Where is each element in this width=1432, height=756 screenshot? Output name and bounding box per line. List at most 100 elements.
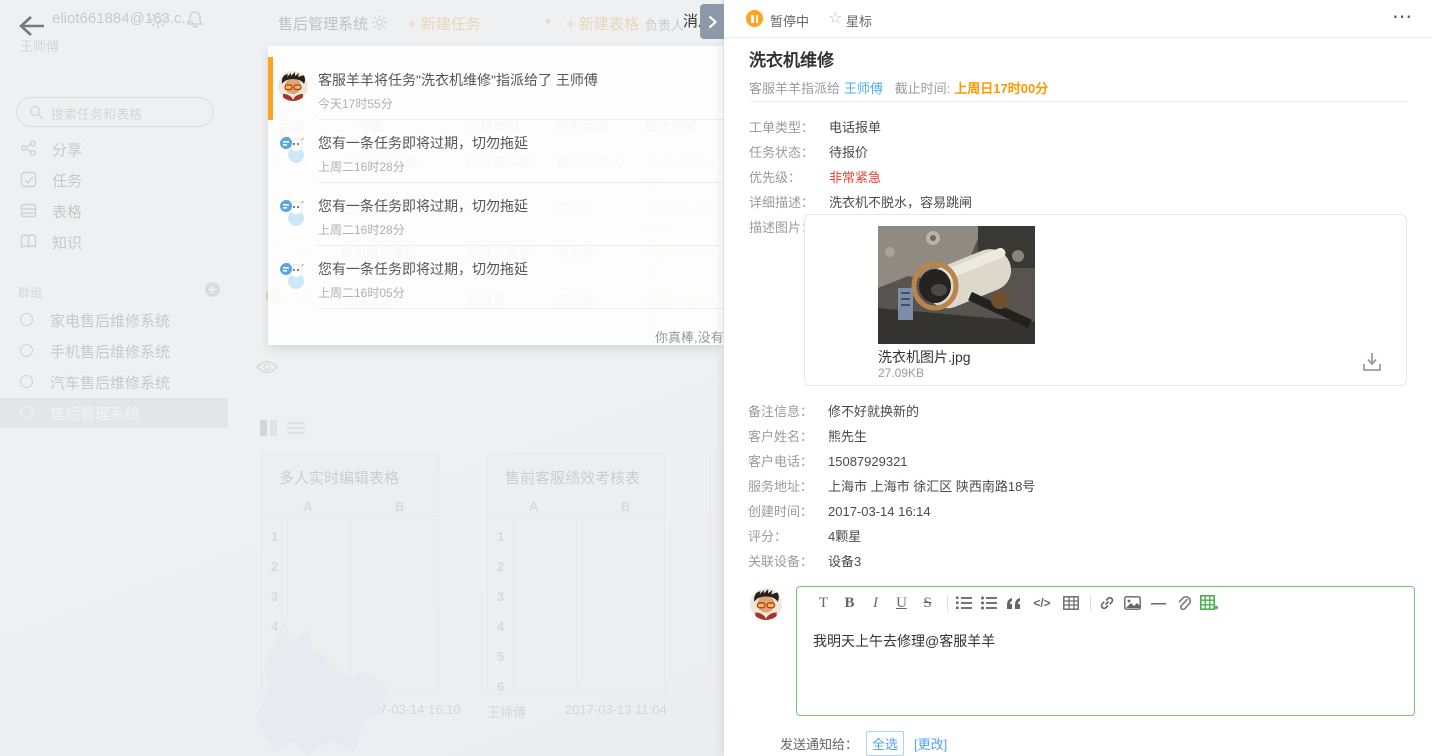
sidebar-item-tasks: 任务: [52, 173, 83, 190]
star-button[interactable]: 星标: [846, 11, 872, 30]
add-group-icon: [205, 282, 220, 297]
star-icon[interactable]: ☆: [828, 8, 842, 28]
attachment-card[interactable]: 洗衣机图片.jpg 27.09KB: [804, 214, 1407, 386]
assistant-avatar: [278, 197, 308, 227]
field-value: 待报价: [829, 145, 869, 160]
field-label: 关联设备：: [748, 554, 814, 569]
bold-icon[interactable]: B: [841, 595, 858, 612]
notify-row: 发送通知给： 全选 [更改]: [780, 731, 947, 756]
project-dot-icon: [20, 313, 33, 326]
project-settings-gear-icon: [372, 15, 387, 30]
owner-filter: 负责人: [645, 18, 685, 33]
notification-item[interactable]: 您有一条任务即将过期，切勿拖延 上周二16时05分: [268, 246, 723, 309]
collapse-panel-button[interactable]: [700, 4, 724, 39]
select-all-button[interactable]: 全选: [866, 731, 905, 756]
avatar: [278, 71, 308, 101]
mini-row: 6: [497, 679, 505, 694]
sidebar-item-sheets: 表格: [52, 204, 83, 221]
notification-time: 上周二16时28分: [318, 160, 405, 174]
deadline-label: 截止时间:: [894, 81, 951, 96]
mini-row: 2: [497, 559, 505, 574]
task-icon: [20, 171, 37, 188]
knowledge-icon: [20, 234, 37, 249]
sheet-card-owner: 王师傅: [487, 705, 527, 720]
horizontal-rule-icon[interactable]: —: [1150, 595, 1167, 612]
download-icon[interactable]: [1361, 351, 1383, 373]
notification-text: 您有一条任务即将过期，切勿拖延: [318, 261, 528, 277]
unordered-list-icon[interactable]: [981, 595, 997, 611]
assistant-avatar: [278, 260, 308, 290]
sheet-card-title: 售前客服绩效考核表: [505, 470, 641, 487]
notification-item[interactable]: 您有一条任务即将过期，切勿拖延 上周二16时28分: [268, 120, 723, 183]
project-dot-icon: [20, 344, 33, 357]
sidebar-item-share: 分享: [52, 142, 83, 159]
field-value: 2017-03-14 16:14: [828, 504, 931, 519]
comment-editor[interactable]: T B I U S </> — 我明天上午去修理@客服羊羊: [796, 586, 1415, 716]
more-options-button[interactable]: ⋯: [1392, 4, 1413, 29]
notification-item[interactable]: 客服羊羊将任务"洗衣机维修"指派给了 王师傅 今天17时55分: [268, 57, 723, 120]
code-icon[interactable]: </>: [1030, 596, 1054, 610]
sidebar-item-knowledge: 知识: [52, 235, 83, 252]
field-label: 创建时间：: [748, 504, 814, 519]
assistant-avatar: [278, 134, 308, 164]
attachment-paperclip-icon[interactable]: [1176, 595, 1191, 611]
settings-gear-icon: [150, 12, 166, 28]
comment-input[interactable]: 我明天上午去修理@客服羊羊: [813, 631, 995, 651]
text-format-icon[interactable]: T: [815, 595, 832, 612]
table-icon[interactable]: [1063, 596, 1079, 610]
mini-col: B: [395, 499, 405, 514]
toolbar-separator: [1090, 595, 1091, 611]
ordered-list-icon[interactable]: [956, 595, 972, 611]
back-arrow-button[interactable]: [18, 14, 46, 38]
attachment-photo[interactable]: [878, 226, 1035, 344]
current-user-name: 王师傅: [20, 39, 60, 54]
status-badge[interactable]: 暂停中: [770, 11, 809, 30]
task-title: 洗衣机维修: [749, 51, 834, 70]
blockquote-icon[interactable]: [1006, 597, 1021, 610]
divider: [749, 101, 1408, 102]
insert-table-icon[interactable]: [1200, 595, 1218, 611]
image-icon[interactable]: [1124, 596, 1141, 610]
notification-item[interactable]: 您有一条任务即将过期，切勿拖延 上周二16时28分: [268, 183, 723, 246]
mini-col: B: [621, 499, 631, 514]
field-value: 修不好就换新的: [828, 404, 920, 419]
sheet-card-time: 2017-03-13 11:04: [565, 702, 667, 717]
field-value: 上海市 上海市 徐汇区 陕西南路18号: [828, 479, 1036, 494]
change-recipients-link[interactable]: [更改]: [914, 734, 947, 753]
mini-row: 1: [497, 529, 505, 544]
notification-time: 上周二16时05分: [318, 286, 405, 300]
sidebar-project-appliance: 家电售后维修系统: [50, 313, 171, 330]
field-label: 评分：: [748, 529, 788, 544]
sidebar-project-aftersales: 售后管理系统: [50, 406, 141, 423]
notification-text: 您有一条任务即将过期，切勿拖延: [318, 135, 528, 151]
group-section-header: 群组: [18, 286, 43, 300]
field-label: 任务状态：: [749, 145, 815, 160]
bell-icon: [186, 11, 204, 28]
assignee-link[interactable]: 王师傅: [844, 81, 883, 96]
field-label: 备注信息：: [748, 404, 814, 419]
link-icon[interactable]: [1099, 595, 1115, 611]
caret-down-icon: ▾: [545, 16, 551, 28]
search-icon: [29, 105, 44, 120]
list-view-icon: [287, 421, 305, 435]
notification-text: 您有一条任务即将过期，切勿拖延: [318, 198, 528, 214]
new-sheet-button: + 新建表格: [566, 16, 639, 33]
mini-row: 5: [497, 649, 505, 664]
underline-icon[interactable]: U: [893, 595, 910, 612]
paused-status-icon[interactable]: [746, 10, 763, 27]
share-icon: [21, 140, 36, 156]
strikethrough-icon[interactable]: S: [919, 595, 936, 612]
mini-row: 3: [497, 589, 505, 604]
field-value: 设备3: [828, 554, 862, 569]
avatar: [750, 588, 782, 620]
notifications-panel: 客服羊羊将任务"洗衣机维修"指派给了 王师傅 今天17时55分 您有一条任务即将…: [268, 46, 723, 345]
attachment-filesize: 27.09KB: [878, 366, 925, 380]
sheet-card: [710, 452, 723, 695]
notify-label: 发送通知给：: [780, 737, 859, 752]
notification-text: 客服羊羊将任务"洗衣机维修"指派给了 王师傅: [318, 72, 598, 88]
field-value: 熊先生: [828, 429, 868, 444]
project-dot-icon: [20, 406, 33, 419]
italic-icon[interactable]: I: [867, 595, 884, 612]
field-value: 电话报单: [829, 120, 882, 135]
field-label: 客户姓名：: [748, 429, 814, 444]
